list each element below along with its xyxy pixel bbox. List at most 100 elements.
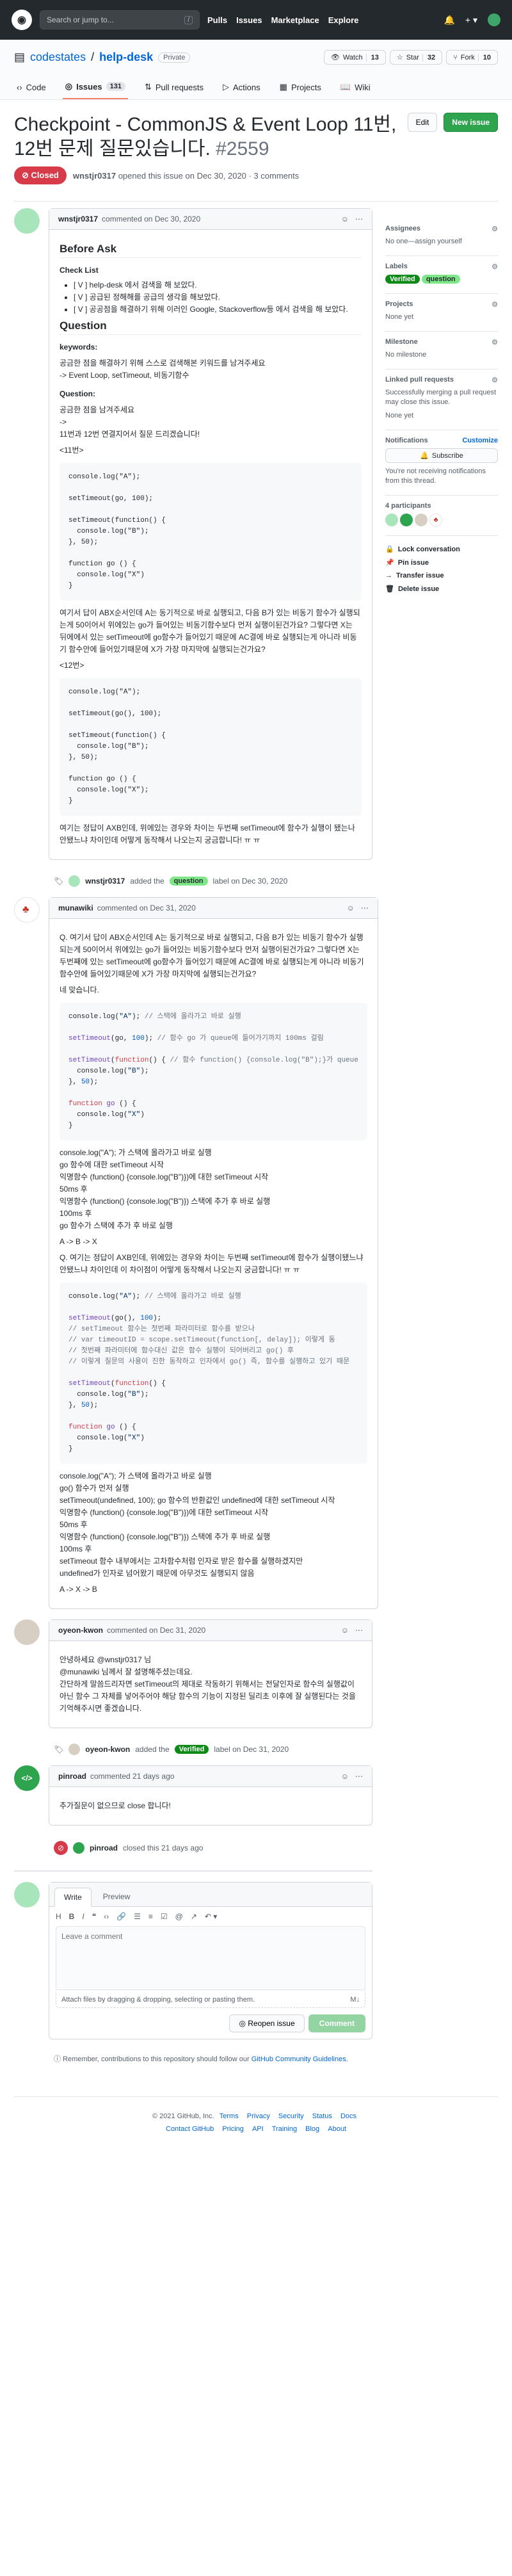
delete-issue-button[interactable]: 🗑 Delete issue: [385, 582, 498, 595]
footer-link-docs[interactable]: Docs: [340, 2112, 356, 2120]
label-verified[interactable]: Verified: [385, 275, 420, 284]
repo-name-link[interactable]: help-desk: [99, 51, 153, 64]
edit-issue-button[interactable]: Edit: [407, 113, 438, 132]
bell-icon[interactable]: 🔔: [444, 15, 454, 26]
reference-icon[interactable]: ↗: [191, 1912, 197, 1921]
mention-icon[interactable]: @: [175, 1912, 183, 1921]
gear-icon[interactable]: ⚙: [492, 263, 498, 271]
comment-textarea[interactable]: [56, 1926, 365, 1990]
event-author[interactable]: wnstjr0317: [85, 877, 125, 886]
avatar[interactable]: </>: [14, 1765, 40, 1791]
event-author[interactable]: oyeon-kwon: [85, 1745, 130, 1754]
nav-explore[interactable]: Explore: [328, 15, 359, 25]
footer-link-contact[interactable]: Contact GitHub: [166, 2125, 214, 2133]
avatar[interactable]: [415, 514, 428, 526]
tab-projects[interactable]: ▦ Projects: [277, 75, 324, 99]
footer-link-terms[interactable]: Terms: [220, 2112, 239, 2120]
avatar[interactable]: [68, 1744, 81, 1755]
footer-link-status[interactable]: Status: [312, 2112, 332, 2120]
kebab-icon[interactable]: ⋯: [355, 215, 363, 223]
comment-timestamp: commented on Dec 31, 2020: [97, 903, 196, 912]
comment-button[interactable]: Comment: [308, 2014, 365, 2032]
new-issue-button[interactable]: New issue: [444, 113, 498, 132]
reply-icon[interactable]: ↶ ▾: [205, 1912, 217, 1921]
guidelines-link[interactable]: GitHub Community Guidelines: [252, 2055, 346, 2063]
avatar[interactable]: [68, 875, 81, 887]
nav-pulls[interactable]: Pulls: [207, 15, 227, 25]
bulleted-list-icon[interactable]: ☰: [134, 1912, 141, 1921]
label-question[interactable]: question: [421, 275, 460, 284]
smiley-icon[interactable]: ☺: [341, 1772, 349, 1781]
sidebar-assignees: Assignees ⚙ No one—assign yourself: [385, 218, 498, 256]
footer-link-blog[interactable]: Blog: [305, 2125, 319, 2133]
tab-write[interactable]: Write: [54, 1888, 92, 1907]
quote-icon[interactable]: ❝: [92, 1912, 96, 1921]
tab-preview[interactable]: Preview: [94, 1888, 140, 1906]
customize-link[interactable]: Customize: [462, 437, 498, 444]
github-logo-icon[interactable]: ◉: [12, 10, 32, 30]
nav-issues[interactable]: Issues: [236, 15, 262, 25]
watch-button[interactable]: 👁 Watch 13: [323, 50, 386, 65]
footer-link-training[interactable]: Training: [272, 2125, 297, 2133]
tab-actions[interactable]: ▷ Actions: [220, 75, 263, 99]
kebab-icon[interactable]: ⋯: [355, 1772, 363, 1781]
event-author[interactable]: pinroad: [90, 1843, 118, 1852]
subscribe-button[interactable]: 🔔 Subscribe: [385, 448, 498, 463]
label-verified[interactable]: Verified: [174, 1745, 209, 1754]
tab-code[interactable]: ‹› Code: [14, 75, 49, 99]
task-list-icon[interactable]: ☑: [161, 1912, 168, 1921]
user-avatar[interactable]: [488, 13, 500, 26]
smiley-icon[interactable]: ☺: [341, 215, 349, 223]
heading-icon[interactable]: H: [56, 1912, 61, 1921]
comment-author[interactable]: pinroad: [58, 1772, 86, 1781]
lock-icon: 🔒: [385, 546, 394, 553]
nav-marketplace[interactable]: Marketplace: [271, 15, 319, 25]
search-input[interactable]: Search or jump to... /: [40, 10, 200, 29]
plus-icon[interactable]: + ▾: [465, 15, 477, 26]
avatar[interactable]: [73, 1842, 84, 1854]
gear-icon[interactable]: ⚙: [492, 338, 498, 346]
tab-issues[interactable]: ◎ Issues 131: [62, 75, 128, 99]
avatar[interactable]: [385, 514, 398, 526]
avatar[interactable]: [14, 1619, 40, 1645]
assignees-value[interactable]: No one—assign yourself: [385, 237, 498, 247]
footer-link-api[interactable]: API: [252, 2125, 264, 2133]
smiley-icon[interactable]: ☺: [347, 903, 355, 912]
sidebar-labels: Labels ⚙ Verified question: [385, 256, 498, 294]
repo-owner-link[interactable]: codestates: [30, 51, 86, 64]
footer-link-security[interactable]: Security: [278, 2112, 304, 2120]
footer-link-pricing[interactable]: Pricing: [222, 2125, 244, 2133]
avatar[interactable]: [14, 1882, 40, 1908]
avatar[interactable]: [14, 208, 40, 234]
comment-author[interactable]: oyeon-kwon: [58, 1626, 103, 1635]
comment-author[interactable]: munawiki: [58, 903, 93, 912]
tab-wiki[interactable]: 📖 Wiki: [338, 75, 373, 99]
issue-author-link[interactable]: wnstjr0317: [73, 171, 116, 181]
lock-conversation-button[interactable]: 🔒 Lock conversation: [385, 542, 498, 556]
bold-icon[interactable]: B: [69, 1912, 75, 1921]
gear-icon[interactable]: ⚙: [492, 225, 498, 233]
star-button[interactable]: ☆ Star 32: [389, 50, 443, 65]
fork-button[interactable]: ⑂ Fork 10: [446, 50, 498, 65]
comment-author[interactable]: wnstjr0317: [58, 215, 98, 223]
footer-link-about[interactable]: About: [328, 2125, 346, 2133]
pin-issue-button[interactable]: 📌 Pin issue: [385, 556, 498, 569]
reopen-issue-button[interactable]: ◎ Reopen issue: [229, 2014, 305, 2032]
tab-pull-requests[interactable]: ⇅ Pull requests: [142, 75, 206, 99]
smiley-icon[interactable]: ☺: [341, 1626, 349, 1635]
kebab-icon[interactable]: ⋯: [355, 1626, 363, 1635]
label-question[interactable]: question: [169, 877, 208, 886]
avatar[interactable]: ♣: [14, 897, 40, 923]
gear-icon[interactable]: ⚙: [492, 376, 498, 384]
footer-link-privacy[interactable]: Privacy: [247, 2112, 270, 2120]
transfer-issue-button[interactable]: → Transfer issue: [385, 569, 498, 582]
link-icon[interactable]: 🔗: [116, 1912, 126, 1921]
attach-files-bar[interactable]: Attach files by dragging & dropping, sel…: [56, 1992, 365, 2008]
code-icon[interactable]: ‹›: [104, 1912, 109, 1921]
numbered-list-icon[interactable]: ≡: [148, 1912, 153, 1921]
gear-icon[interactable]: ⚙: [492, 300, 498, 309]
kebab-icon[interactable]: ⋯: [361, 903, 369, 912]
avatar[interactable]: ♣: [429, 514, 442, 526]
italic-icon[interactable]: I: [82, 1912, 84, 1921]
avatar[interactable]: [400, 514, 413, 526]
